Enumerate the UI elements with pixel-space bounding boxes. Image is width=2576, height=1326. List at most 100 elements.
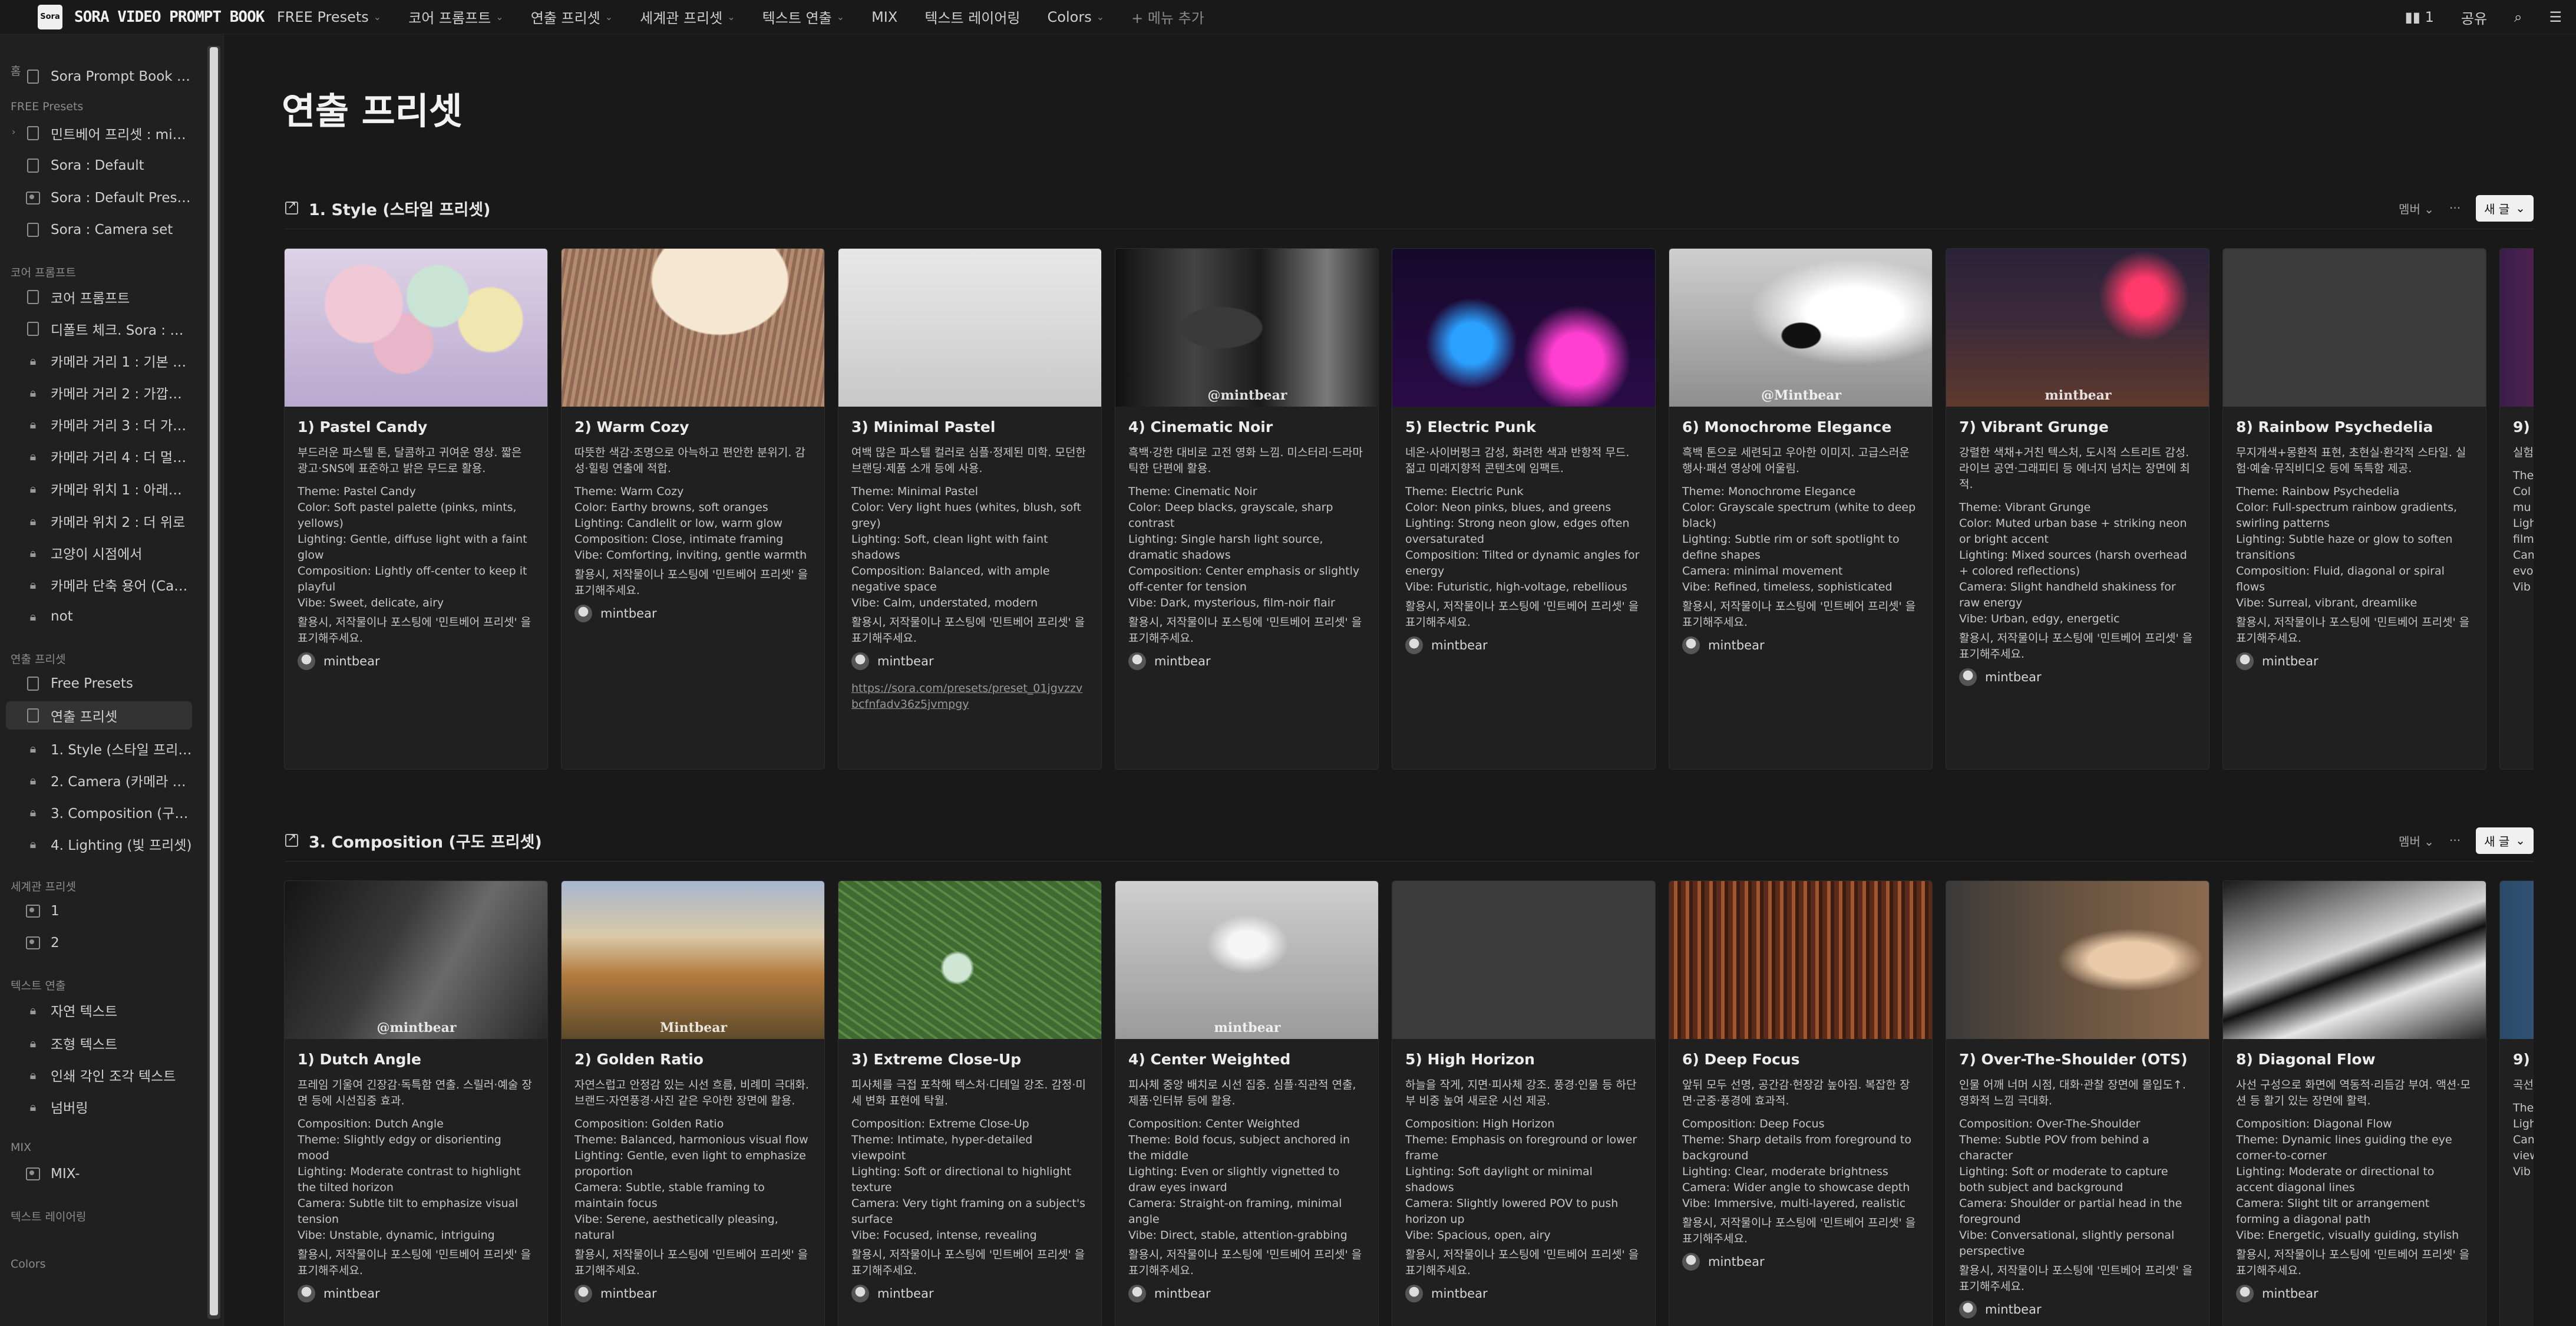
section-title[interactable]: 1. Style (스타일 프리셋) — [309, 197, 490, 220]
nav-item[interactable]: FREE Presets ⌄ — [277, 9, 381, 25]
page-icon — [27, 677, 39, 691]
sidebar-item[interactable]: Sora Prompt Book V1 — [26, 62, 192, 91]
sidebar-item[interactable]: 🔒︎ 4. Lighting (빛 프리셋) — [26, 830, 192, 858]
avatar — [298, 1285, 315, 1302]
sidebar-item[interactable]: 🔒︎ 인쇄 각인 조각 텍스트 — [26, 1061, 192, 1089]
sidebar-group-label[interactable]: 연출 프리셋 — [11, 651, 65, 667]
nav-item[interactable]: 연출 프리셋 ⌄ — [531, 6, 613, 27]
sidebar-item[interactable]: 🔒︎ 카메라 위치 1 : 아래에서... — [26, 474, 192, 503]
sidebar-scroll-thumb[interactable] — [210, 47, 218, 1315]
sidebar-item[interactable]: 🔒︎ 카메라 단축 용어 (Cam... — [26, 570, 192, 599]
preset-card[interactable]: mintbear 4) Center Weighted 피사체 중앙 배치로 시선 … — [1115, 880, 1379, 1326]
expand-chevron-icon[interactable]: › — [12, 126, 15, 137]
sidebar-item[interactable]: 2 — [26, 929, 192, 957]
preset-card[interactable]: mintbear 7) Vibrant Grunge 강렬한 색채+거친 텍스처, … — [1946, 248, 2210, 770]
sidebar-group-label[interactable]: 세계관 프리셋 — [11, 878, 76, 894]
sidebar-item[interactable]: 🔒︎ 카메라 거리 1 : 기본 공... — [26, 347, 192, 375]
preset-link[interactable]: https://sora.com/presets/preset_01jgvzzv… — [851, 681, 1088, 713]
sidebar-group-label[interactable]: MIX — [11, 1141, 31, 1154]
sidebar-group-label[interactable]: 텍스트 레이어링 — [11, 1208, 86, 1224]
member-filter-button[interactable]: 멤버 ⌄ — [2399, 832, 2434, 849]
card-attribution-note: 활용시, 저작물이나 포스팅에 '민트베어 프리셋' 을 표기해주세요. — [298, 616, 531, 645]
new-post-button[interactable]: 새 글 ⌄ — [2476, 827, 2534, 854]
preset-card[interactable]: 3) Minimal Pastel 여백 많은 파스텔 컬러로 심플·정제된 미학… — [838, 248, 1102, 770]
sidebar-item[interactable]: 🔒︎ 고양이 시점에서 — [26, 539, 192, 567]
preset-card[interactable]: 5) Electric Punk 네온·사이버펑크 감성, 화려한 색과 반항적 … — [1392, 248, 1656, 770]
sidebar-item[interactable]: 1 — [26, 897, 192, 925]
sidebar-group-label[interactable]: Colors — [11, 1258, 46, 1271]
sidebar-item[interactable]: 코어 프롬프트 — [26, 283, 192, 311]
top-navigation: Sora SORA VIDEO PROMPT BOOK FREE Presets… — [0, 0, 2576, 34]
sidebar-item[interactable]: 🔒︎ 2. Camera (카메라 프... — [26, 766, 192, 794]
sidebar-item[interactable]: 🔒︎ 카메라 위치 2 : 더 위로 — [26, 507, 192, 535]
nav-item[interactable]: 텍스트 레이어링 — [924, 6, 1020, 27]
sidebar-item[interactable]: 🔒︎ 카메라 거리 2 : 가깝게 (... — [26, 378, 192, 407]
preset-card[interactable]: 7) Over-The-Shoulder (OTS) 인물 어깨 너머 시점, 대… — [1946, 880, 2210, 1326]
author-name: mintbear — [1154, 1287, 1211, 1301]
section-title[interactable]: 3. Composition (구도 프리셋) — [309, 829, 542, 852]
share-button[interactable]: 공유 — [2461, 7, 2487, 28]
preset-card[interactable]: 9) Retro Film 실험적 The Col mu Ligh film Cam… — [2499, 248, 2534, 770]
preset-card[interactable]: 6) Deep Focus 앞뒤 모두 선명, 공간감·현장감 높아짐. 복잡한 … — [1669, 880, 1933, 1326]
sidebar-group-label[interactable]: 텍스트 연출 — [11, 977, 65, 993]
menu-icon[interactable]: ☰ — [2549, 9, 2562, 25]
sidebar-item[interactable]: 민트베어 프리셋 : mintb... — [26, 119, 192, 147]
preset-card[interactable]: @Mintbear 6) Monochrome Elegance 흑백 톤으로 세련… — [1669, 248, 1933, 770]
brand[interactable]: Sora SORA VIDEO PROMPT BOOK — [0, 4, 277, 29]
image-page-icon — [26, 1167, 40, 1180]
sidebar-group-label[interactable]: FREE Presets — [11, 100, 83, 113]
preset-card[interactable]: 5) High Horizon 하늘을 작게, 지면·피사체 강조. 풍경·인물 … — [1392, 880, 1656, 1326]
sidebar-item[interactable]: 🔒︎ not — [26, 602, 192, 631]
sidebar-item[interactable]: MIX- — [26, 1160, 192, 1188]
card-attribution-note: 활용시, 저작물이나 포스팅에 '민트베어 프리셋' 을 표기해주세요. — [2236, 1248, 2470, 1277]
sidebar-item-label: Free Presets — [51, 676, 133, 691]
sidebar-item[interactable]: 🔒︎ 자연 텍스트 — [26, 996, 192, 1024]
stats-button[interactable]: ▮▮ 1 — [2405, 9, 2434, 25]
card-attribution-note: 활용시, 저작물이나 포스팅에 '민트베어 프리셋' 을 표기해주세요. — [1405, 600, 1639, 629]
sidebar-item[interactable]: Sora : Default Preset... — [26, 184, 192, 212]
lock-icon: 🔒︎ — [29, 546, 37, 560]
sidebar-item-label: Sora : Default Preset... — [51, 190, 192, 206]
sidebar-item[interactable]: Sora : Default — [26, 151, 192, 180]
preset-card[interactable]: 8) Rainbow Psychedelia 무지개색+몽환적 표현, 초현실·환… — [2222, 248, 2486, 770]
sidebar-item[interactable]: 🔒︎ 조형 텍스트 — [26, 1029, 192, 1057]
new-post-button[interactable]: 새 글 ⌄ — [2476, 194, 2534, 222]
preset-card[interactable]: 1) Pastel Candy 부드러운 파스텔 톤, 달콤하고 귀여운 영상. … — [284, 248, 548, 770]
card-author: mintbear — [2236, 1285, 2473, 1302]
sidebar-item[interactable]: 🔒︎ 1. Style (스타일 프리셋) — [26, 734, 192, 763]
nav-item[interactable]: 코어 프롬프트 ⌄ — [408, 6, 504, 27]
sidebar-item[interactable]: 🔒︎ 3. Composition (구도 ... — [26, 798, 192, 826]
sidebar-item[interactable]: 🔒︎ 카메라 거리 4 : 더 멀리 ... — [26, 442, 192, 470]
card-description: 부드러운 파스텔 톤, 달콤하고 귀여운 영상. 짧은 광고·SNS에 표준하고… — [298, 446, 522, 475]
sidebar-item[interactable]: 연출 프리셋 — [6, 701, 192, 730]
nav-item[interactable]: 세계관 프리셋 ⌄ — [640, 6, 735, 27]
sidebar-item-label: 카메라 거리 3 : 더 가깝... — [51, 418, 192, 434]
preset-card[interactable]: 2) Warm Cozy 따뜻한 색감·조명으로 아늑하고 편안한 분위기. 감성… — [561, 248, 825, 770]
preset-card[interactable]: 8) Diagonal Flow 사선 구성으로 화면에 역동적·리듬감 부여. … — [2222, 880, 2486, 1326]
nav-item[interactable]: MIX — [871, 9, 897, 25]
preset-card[interactable]: Mintbear 2) Golden Ratio 자연스럽고 안정감 있는 시선 흐… — [561, 880, 825, 1326]
card-description: 강렬한 색채+거친 텍스처, 도시적 스트리트 감성. 라이브 공연·그래피티 … — [1959, 446, 2190, 491]
sidebar-item[interactable]: 디폴트 체크. Sora : Def... — [26, 315, 192, 343]
member-filter-button[interactable]: 멤버 ⌄ — [2399, 200, 2434, 217]
more-options-icon[interactable]: ··· — [2449, 833, 2461, 847]
sidebar-item[interactable]: Sora : Camera set — [26, 216, 192, 244]
more-options-icon[interactable]: ··· — [2449, 201, 2461, 215]
chevron-down-icon: ⌄ — [2515, 201, 2525, 215]
sidebar-item[interactable]: 🔒︎ 넘버링 — [26, 1093, 192, 1121]
preset-card[interactable]: 3) Extreme Close-Up 피사체를 극접 포착해 텍스처·디테일 강… — [838, 880, 1102, 1326]
preset-card[interactable]: 9) Symmetry 곡선·안정 The Ligh Cam view Vib — [2499, 880, 2534, 1326]
card-prompt-spec: Composition: Center Weighted Theme: Bold… — [1128, 1117, 1350, 1242]
preset-card[interactable]: @mintbear 1) Dutch Angle 프레임 기울여 긴장감·독특함 연… — [284, 880, 548, 1326]
search-icon[interactable]: ⌕ — [2514, 9, 2522, 25]
preset-card[interactable]: @mintbear 4) Cinematic Noir 흑백·강한 대비로 고전 영… — [1115, 248, 1379, 770]
sidebar-group-label[interactable]: 코어 프롬프트 — [11, 264, 76, 280]
add-menu-button[interactable]: + 메뉴 추가 — [1131, 6, 1204, 27]
nav-item[interactable]: Colors ⌄ — [1048, 9, 1105, 25]
card-prompt-spec: Theme: Minimal Pastel Color: Very light … — [851, 485, 1082, 609]
sidebar-item[interactable]: 🔒︎ 카메라 거리 3 : 더 가깝... — [26, 410, 192, 438]
linked-database-icon — [285, 199, 298, 215]
sidebar-home-label[interactable]: 홈 — [11, 62, 21, 78]
nav-item[interactable]: 텍스트 연출 ⌄ — [762, 6, 844, 27]
sidebar-item[interactable]: Free Presets — [26, 669, 192, 698]
